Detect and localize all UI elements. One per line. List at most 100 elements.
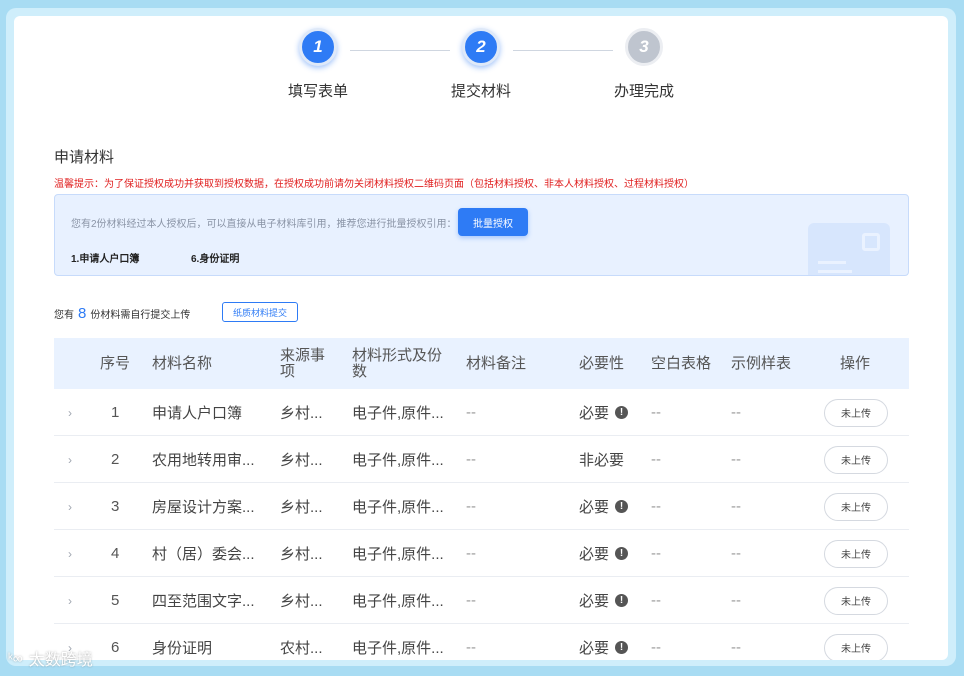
row-note: -- (466, 483, 476, 530)
step-2: 2 提交材料 (421, 28, 541, 101)
row-name: 身份证明 (152, 624, 212, 660)
row-name-text: 申请人户口簿 (152, 405, 243, 422)
batch-auth-panel: 您有2份材料经过本人授权后，可以直接从电子材料库引用，推荐您进行批量授权引用： … (54, 194, 909, 276)
row-sample-text: -- (731, 639, 741, 656)
expand-chevron-icon[interactable]: › (68, 483, 72, 530)
row-sample-text: -- (731, 545, 741, 562)
paper-submit-button[interactable]: 纸质材料提交 (222, 302, 298, 322)
row-note-text: -- (466, 404, 476, 421)
row-blank: -- (651, 530, 661, 577)
upload-button[interactable]: 未上传 (824, 492, 888, 521)
step-2-circle: 2 (462, 28, 500, 66)
row-sample: -- (731, 530, 741, 577)
info-icon[interactable]: ! (615, 547, 629, 560)
row-note-text: -- (466, 545, 476, 562)
upload-button[interactable]: 未上传 (824, 398, 888, 427)
upload-button[interactable]: 未上传 (824, 445, 888, 474)
info-icon[interactable]: ! (615, 406, 629, 419)
main-card: 1 填写表单 2 提交材料 3 办理完成 申请材料 温馨提示：为了保证授权成功并… (14, 16, 948, 660)
row-form: 电子件,原件... (352, 436, 444, 483)
row-required: 非必要 (579, 436, 624, 483)
row-required: 必要! (579, 624, 629, 660)
row-name-text: 房屋设计方案... (152, 499, 255, 516)
row-note: -- (466, 530, 476, 577)
row-note-text: -- (466, 451, 476, 468)
expand-chevron-icon[interactable]: › (68, 577, 72, 624)
row-note: -- (466, 436, 476, 483)
row-form-text: 电子件,原件... (352, 405, 444, 422)
row-name: 农用地转用审... (152, 436, 255, 483)
row-form-text: 电子件,原件... (352, 499, 444, 516)
row-seq-text: 1 (111, 404, 120, 421)
row-required: 必要! (579, 483, 629, 530)
batch-auth-tip: 您有2份材料经过本人授权后，可以直接从电子材料库引用，推荐您进行批量授权引用： (71, 219, 457, 230)
upload-button[interactable]: 未上传 (824, 586, 888, 615)
row-name-text: 四至范围文字... (152, 593, 255, 610)
row-source: 乡村... (280, 530, 323, 577)
row-name-text: 村（居）委会... (152, 546, 255, 563)
row-source: 乡村... (280, 436, 323, 483)
row-seq-text: 6 (111, 639, 120, 656)
expand-chevron-icon[interactable]: › (68, 389, 72, 436)
expand-chevron-icon[interactable]: › (68, 530, 72, 577)
row-source-text: 乡村... (280, 405, 323, 422)
row-form-text: 电子件,原件... (352, 640, 444, 657)
info-icon[interactable]: ! (615, 500, 629, 513)
row-sample-text: -- (731, 498, 741, 515)
row-required-text: 必要 (579, 405, 610, 422)
row-source-text: 农村... (280, 640, 323, 657)
row-seq-text: 3 (111, 498, 120, 515)
row-seq: 4 (111, 530, 119, 577)
row-name: 村（居）委会... (152, 530, 255, 577)
row-source-text: 乡村... (280, 593, 323, 610)
row-required-text: 必要 (579, 546, 610, 563)
row-name-text: 农用地转用审... (152, 452, 255, 469)
row-source: 乡村... (280, 389, 323, 436)
row-required-text: 必要 (579, 640, 610, 657)
upload-button[interactable]: 未上传 (824, 633, 888, 660)
row-blank: -- (651, 389, 661, 436)
table-row: › 5 四至范围文字... 乡村... 电子件,原件... -- 必要! -- -- 未上传 (54, 577, 909, 624)
table-row: › 1 申请人户口簿 乡村... 电子件,原件... -- 必要! -- -- 未上传 (54, 389, 909, 436)
row-note-text: -- (466, 592, 476, 609)
row-action: 未上传 (824, 577, 888, 624)
row-note: -- (466, 389, 476, 436)
row-seq-text: 5 (111, 592, 120, 609)
step-1-circle: 1 (299, 28, 337, 66)
row-required: 必要! (579, 389, 629, 436)
header-blank: 空白表格 (651, 354, 712, 372)
row-sample: -- (731, 624, 741, 660)
row-required-text: 必要 (579, 593, 610, 610)
row-note-text: -- (466, 498, 476, 515)
expand-chevron-icon[interactable]: › (68, 436, 72, 483)
row-seq: 3 (111, 483, 119, 530)
info-icon[interactable]: ! (615, 594, 629, 607)
auth-item: 6.身份证明 (191, 254, 240, 265)
progress-steps: 1 填写表单 2 提交材料 3 办理完成 (14, 28, 948, 118)
row-source-text: 乡村... (280, 499, 323, 516)
section-title: 申请材料 (54, 149, 115, 166)
row-source: 乡村... (280, 483, 323, 530)
row-name-text: 身份证明 (152, 640, 213, 657)
step-3: 3 办理完成 (584, 28, 704, 101)
batch-auth-button[interactable]: 批量授权 (458, 208, 528, 236)
info-icon[interactable]: ! (615, 641, 629, 654)
step-3-circle: 3 (625, 28, 663, 66)
step-3-label: 办理完成 (613, 83, 674, 100)
material-count: 您有 8 份材料需自行提交上传 (54, 305, 190, 322)
row-seq: 2 (111, 436, 119, 483)
row-sample: -- (731, 436, 741, 483)
upload-button[interactable]: 未上传 (824, 539, 888, 568)
row-seq: 5 (111, 577, 119, 624)
header-action: 操作 (840, 354, 871, 372)
row-blank: -- (651, 483, 661, 530)
header-sample: 示例样表 (731, 354, 792, 372)
count-number: 8 (78, 305, 87, 322)
row-blank: -- (651, 436, 661, 483)
header-form: 材料形式及份数 (352, 346, 443, 380)
row-sample: -- (731, 483, 741, 530)
row-blank-text: -- (651, 639, 661, 656)
row-source-text: 乡村... (280, 546, 323, 563)
row-blank-text: -- (651, 404, 661, 421)
step-1-label: 填写表单 (287, 83, 348, 100)
